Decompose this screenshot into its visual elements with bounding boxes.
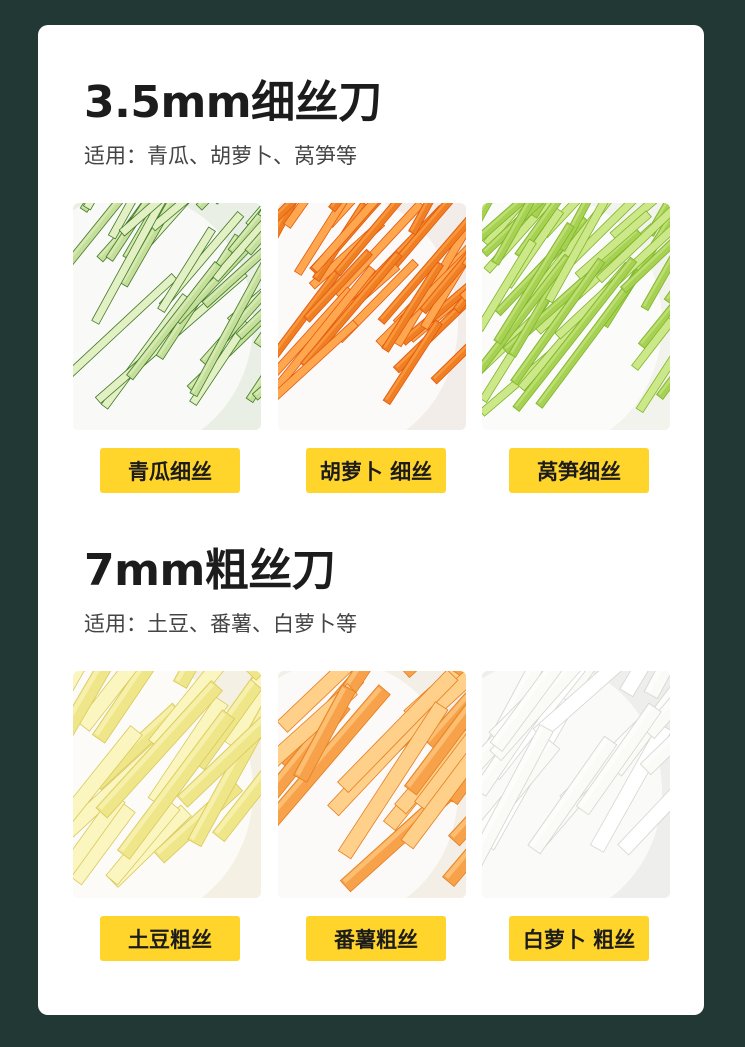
section-subtitle: 适用：土豆、番薯、白萝卜等 [84,612,357,636]
sample-tile: 青瓜细丝 [73,203,261,493]
vegetable-photo [482,203,670,430]
vegetable-photo [278,671,466,898]
sample-label: 胡萝卜 细丝 [306,448,446,493]
sample-tile: 胡萝卜 细丝 [278,203,466,493]
sample-tile: 土豆粗丝 [73,671,261,961]
sample-tile: 莴笋细丝 [482,203,670,493]
sample-label: 白萝卜 粗丝 [509,916,649,961]
sample-label: 土豆粗丝 [100,916,240,961]
sample-tile: 番薯粗丝 [278,671,466,961]
sample-label: 青瓜细丝 [100,448,240,493]
vegetable-photo [482,671,670,898]
vegetable-photo [73,671,261,898]
section-subtitle: 适用：青瓜、胡萝卜、莴笋等 [84,144,357,168]
vegetable-photo [278,203,466,430]
sample-tile: 白萝卜 粗丝 [482,671,670,961]
section-title: 7mm粗丝刀 [84,545,336,596]
product-card: 3.5mm细丝刀 适用：青瓜、胡萝卜、莴笋等 青瓜细丝 胡萝卜 细丝 莴笋细丝 … [38,25,704,1015]
vegetable-photo [73,203,261,430]
sample-label: 番薯粗丝 [306,916,446,961]
sample-label: 莴笋细丝 [509,448,649,493]
section-title: 3.5mm细丝刀 [84,77,382,128]
